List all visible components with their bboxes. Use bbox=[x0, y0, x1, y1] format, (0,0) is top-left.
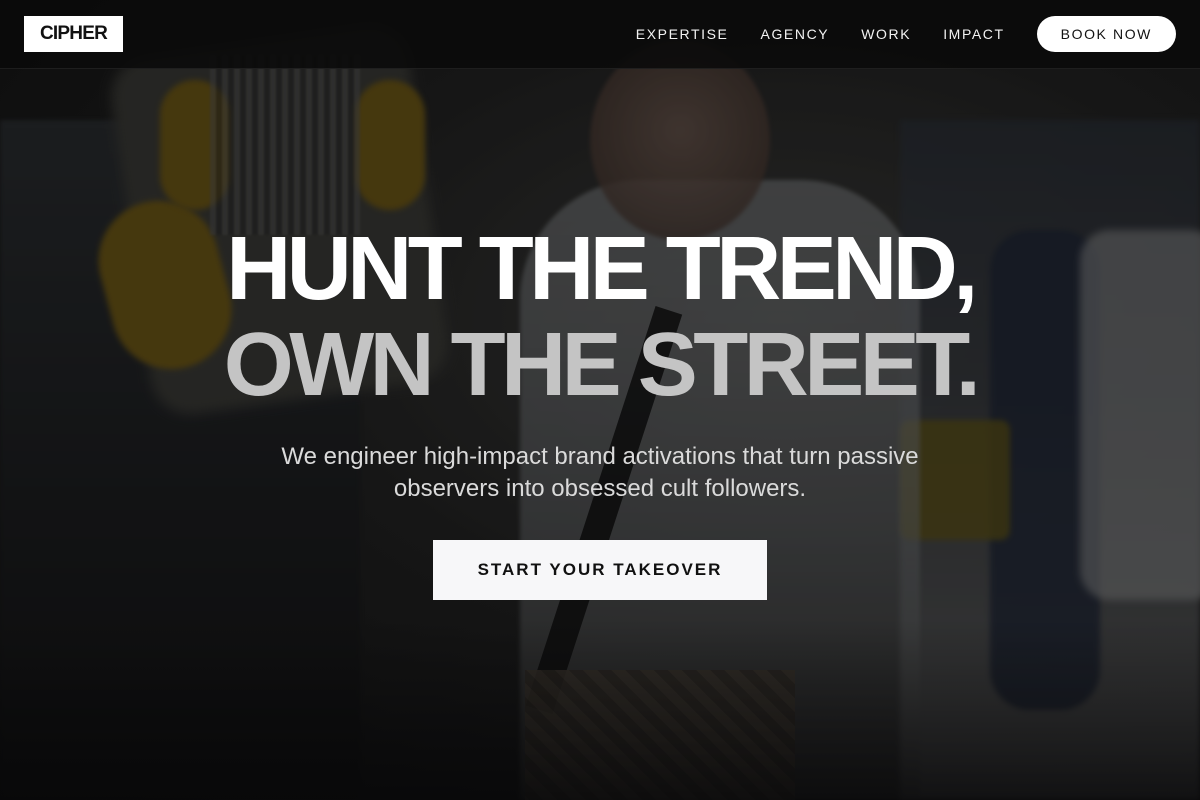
site-header: CIPHER EXPERTISE AGENCY WORK IMPACT BOOK… bbox=[0, 0, 1200, 69]
main-nav: EXPERTISE AGENCY WORK IMPACT BOOK NOW bbox=[636, 16, 1176, 52]
book-now-button[interactable]: BOOK NOW bbox=[1036, 16, 1176, 52]
headline-line-2: OWN THE STREET. bbox=[223, 315, 981, 415]
logo[interactable]: CIPHER bbox=[24, 16, 123, 52]
hero-subheading: We engineer high-impact brand activation… bbox=[281, 443, 919, 502]
nav-link-agency[interactable]: AGENCY bbox=[761, 26, 830, 42]
headline-line-1: HUNT THE TREND, bbox=[226, 219, 978, 319]
nav-link-expertise[interactable]: EXPERTISE bbox=[636, 26, 729, 42]
nav-link-impact[interactable]: IMPACT bbox=[943, 26, 1004, 42]
nav-link-work[interactable]: WORK bbox=[861, 26, 911, 42]
start-takeover-button[interactable]: START YOUR TAKEOVER bbox=[433, 540, 767, 600]
hero-section: HUNT THE TREND, OWN THE STREET. We engin… bbox=[0, 0, 1200, 800]
hero-headline: HUNT THE TREND, OWN THE STREET. bbox=[223, 219, 981, 415]
